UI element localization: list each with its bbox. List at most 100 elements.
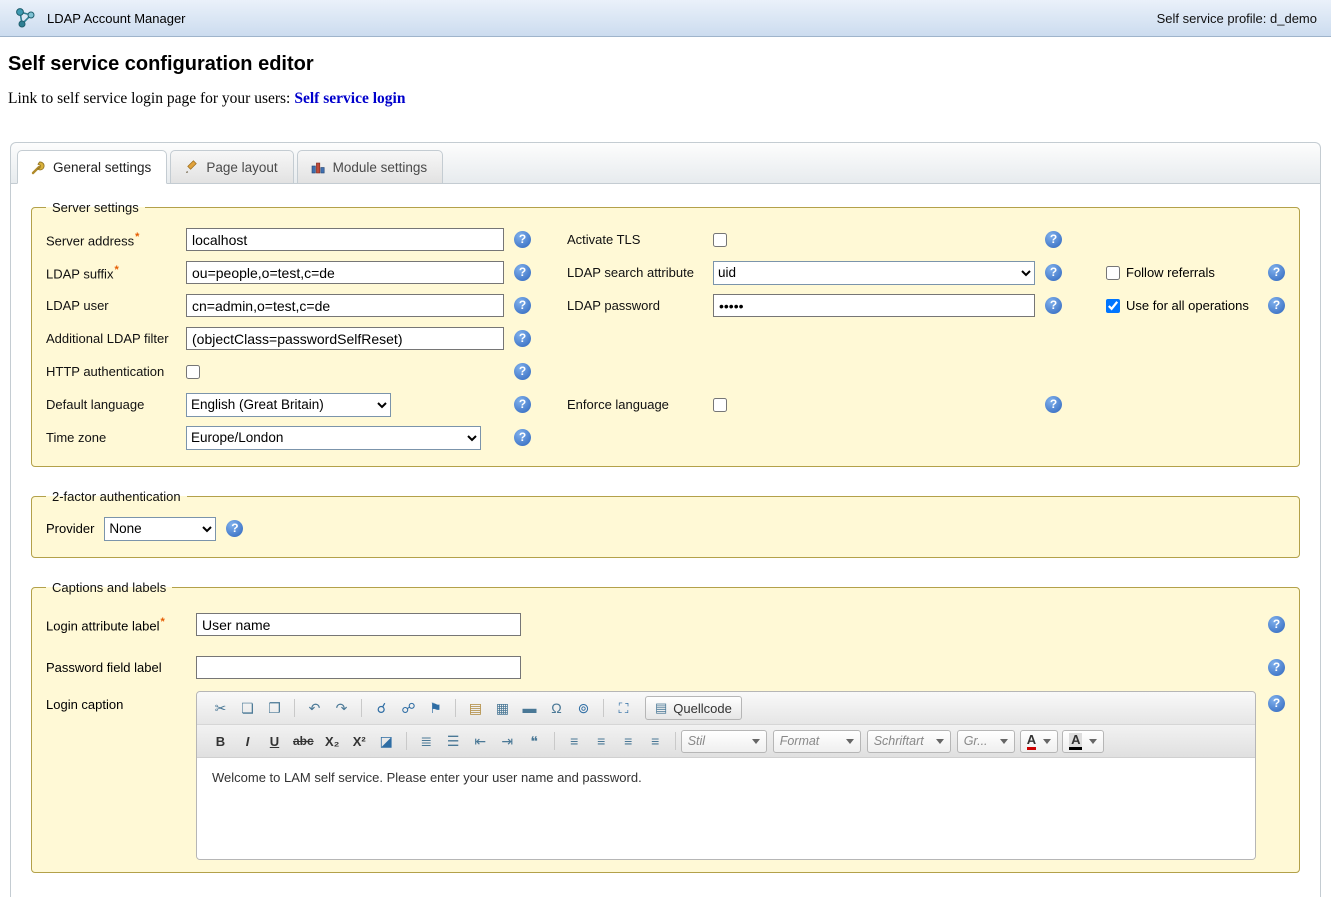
- help-icon[interactable]: ?: [514, 330, 531, 347]
- bullet-list-icon[interactable]: ☰: [441, 729, 466, 753]
- underline-icon[interactable]: U: [262, 729, 287, 753]
- page-title: Self service configuration editor: [8, 53, 1323, 76]
- bold-icon[interactable]: B: [208, 729, 233, 753]
- font-combo-label: Schriftart: [874, 734, 924, 748]
- required-asterisk: *: [135, 231, 139, 243]
- styles-combo[interactable]: Stil: [681, 730, 767, 753]
- tab-label: Module settings: [333, 160, 428, 175]
- help-icon[interactable]: ?: [1268, 695, 1285, 712]
- source-doc-icon: ▤: [655, 700, 667, 716]
- text-color-button[interactable]: A: [1020, 730, 1058, 753]
- ldap-search-attribute-label: LDAP search attribute: [567, 265, 713, 280]
- font-combo[interactable]: Schriftart: [867, 730, 951, 753]
- help-icon[interactable]: ?: [1045, 264, 1062, 281]
- chevron-down-icon: [752, 739, 760, 744]
- http-authentication-checkbox[interactable]: [186, 365, 200, 379]
- background-color-button[interactable]: A: [1062, 730, 1104, 753]
- ldap-search-attribute-select[interactable]: uid: [713, 261, 1035, 285]
- subscript-icon[interactable]: X₂: [320, 729, 345, 753]
- paste-icon[interactable]: ❐: [262, 696, 287, 720]
- server-address-input[interactable]: [186, 228, 504, 251]
- ldap-user-label: LDAP user: [46, 298, 186, 313]
- indent-icon[interactable]: ⇥: [495, 729, 520, 753]
- iframe-icon[interactable]: ⊚: [571, 696, 596, 720]
- chevron-down-icon: [936, 739, 944, 744]
- superscript-icon[interactable]: X²: [347, 729, 372, 753]
- format-combo[interactable]: Format: [773, 730, 861, 753]
- help-icon[interactable]: ?: [514, 429, 531, 446]
- help-icon[interactable]: ?: [514, 396, 531, 413]
- ldap-suffix-input[interactable]: [186, 261, 504, 284]
- special-character-icon[interactable]: Ω: [544, 696, 569, 720]
- use-for-all-operations-checkbox[interactable]: [1106, 299, 1120, 313]
- provider-select[interactable]: None: [104, 517, 216, 541]
- follow-referrals-checkbox[interactable]: [1106, 266, 1120, 280]
- self-service-login-link[interactable]: Self service login: [294, 90, 405, 107]
- login-attribute-input[interactable]: [196, 613, 521, 636]
- activate-tls-checkbox[interactable]: [713, 233, 727, 247]
- maximize-icon[interactable]: ⛶: [611, 696, 636, 720]
- help-icon[interactable]: ?: [514, 297, 531, 314]
- blockquote-icon[interactable]: ❝: [522, 729, 547, 753]
- copy-icon[interactable]: ❏: [235, 696, 260, 720]
- help-icon[interactable]: ?: [1045, 396, 1062, 413]
- horizontal-rule-icon[interactable]: ▬: [517, 696, 542, 720]
- help-icon[interactable]: ?: [1268, 264, 1285, 281]
- form-row: Time zone Europe/London ?: [46, 421, 1285, 454]
- remove-format-icon[interactable]: ◪: [374, 729, 399, 753]
- image-icon[interactable]: ▤: [463, 696, 488, 720]
- form-row: Provider None ?: [46, 512, 1285, 545]
- numbered-list-icon[interactable]: ≣: [414, 729, 439, 753]
- password-field-input[interactable]: [196, 656, 521, 679]
- ldap-user-input[interactable]: [186, 294, 504, 317]
- outdent-icon[interactable]: ⇤: [468, 729, 493, 753]
- text-color-icon: A: [1027, 733, 1036, 750]
- help-icon[interactable]: ?: [1045, 297, 1062, 314]
- toolbar-separator: [675, 732, 676, 750]
- help-icon[interactable]: ?: [514, 231, 531, 248]
- align-left-icon[interactable]: ≡: [562, 729, 587, 753]
- use-for-all-operations-label: Use for all operations: [1126, 298, 1258, 313]
- align-center-icon[interactable]: ≡: [589, 729, 614, 753]
- align-justify-icon[interactable]: ≡: [643, 729, 668, 753]
- time-zone-select[interactable]: Europe/London: [186, 426, 481, 450]
- source-button[interactable]: ▤ Quellcode: [645, 696, 742, 720]
- help-icon[interactable]: ?: [1268, 659, 1285, 676]
- replace-icon[interactable]: ☍: [396, 696, 421, 720]
- toolbar-separator: [554, 732, 555, 750]
- find-icon[interactable]: ☌: [369, 696, 394, 720]
- required-asterisk: *: [114, 264, 118, 276]
- tab-page-layout[interactable]: Page layout: [170, 150, 293, 184]
- toolbar-separator: [603, 699, 604, 717]
- redo-icon[interactable]: ↷: [329, 696, 354, 720]
- chevron-down-icon: [846, 739, 854, 744]
- enforce-language-checkbox[interactable]: [713, 398, 727, 412]
- ldap-password-input[interactable]: [713, 294, 1035, 317]
- ldap-password-label: LDAP password: [567, 298, 713, 313]
- help-icon[interactable]: ?: [514, 264, 531, 281]
- undo-icon[interactable]: ↶: [302, 696, 327, 720]
- additional-ldap-filter-input[interactable]: [186, 327, 504, 350]
- help-icon[interactable]: ?: [1268, 616, 1285, 633]
- font-size-combo[interactable]: Gr...: [957, 730, 1015, 753]
- top-bar: LDAP Account Manager Self service profil…: [0, 0, 1331, 37]
- tab-module-settings[interactable]: Module settings: [297, 150, 444, 184]
- background-color-icon: A: [1069, 733, 1082, 750]
- editor-content[interactable]: Welcome to LAM self service. Please ente…: [197, 757, 1255, 859]
- tab-general-settings[interactable]: General settings: [17, 150, 167, 184]
- help-icon[interactable]: ?: [1268, 297, 1285, 314]
- default-language-label: Default language: [46, 397, 186, 412]
- two-factor-fieldset: 2-factor authentication Provider None ?: [31, 489, 1300, 558]
- flag-icon[interactable]: ⚑: [423, 696, 448, 720]
- help-icon[interactable]: ?: [1045, 231, 1062, 248]
- italic-icon[interactable]: I: [235, 729, 260, 753]
- password-field-label: Password field label: [46, 660, 196, 675]
- align-right-icon[interactable]: ≡: [616, 729, 641, 753]
- table-icon[interactable]: ▦: [490, 696, 515, 720]
- default-language-select[interactable]: English (Great Britain): [186, 393, 391, 417]
- help-icon[interactable]: ?: [226, 520, 243, 537]
- help-icon[interactable]: ?: [514, 363, 531, 380]
- cut-icon[interactable]: ✂: [208, 696, 233, 720]
- strikethrough-icon[interactable]: abc: [289, 729, 318, 753]
- http-authentication-label: HTTP authentication: [46, 364, 186, 379]
